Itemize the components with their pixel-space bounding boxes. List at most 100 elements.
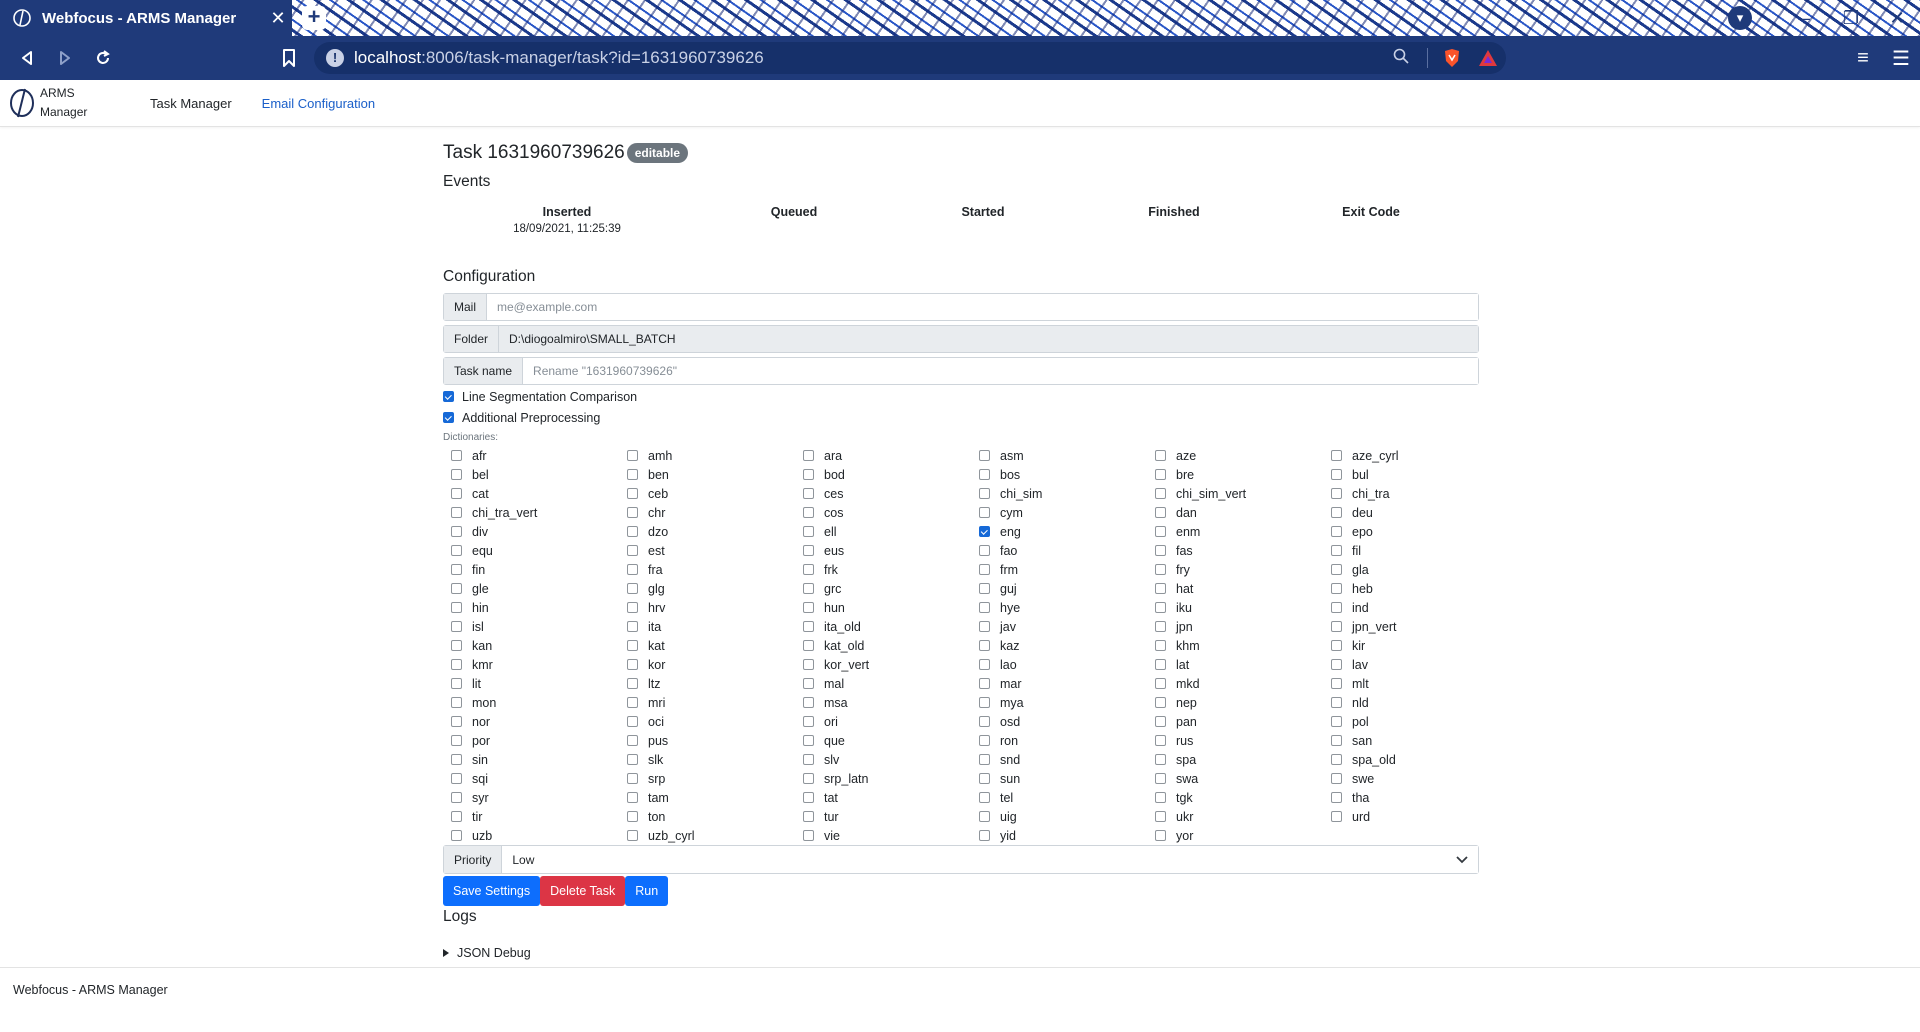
dictionary-checkbox[interactable] — [1331, 754, 1342, 765]
dictionary-checkbox[interactable] — [1331, 526, 1342, 537]
dictionary-option[interactable]: uzb — [443, 826, 619, 845]
dictionary-checkbox[interactable] — [979, 811, 990, 822]
playlist-icon[interactable]: ≡ — [1844, 47, 1882, 70]
dictionary-option[interactable]: equ — [443, 541, 619, 560]
dictionary-checkbox[interactable] — [1155, 773, 1166, 784]
dictionary-option[interactable]: kat — [619, 636, 795, 655]
dictionary-checkbox[interactable] — [803, 602, 814, 613]
dictionary-option[interactable]: kmr — [443, 655, 619, 674]
dictionary-option[interactable]: sun — [971, 769, 1147, 788]
dictionary-option[interactable]: ukr — [1147, 807, 1323, 826]
dictionary-checkbox[interactable] — [451, 754, 462, 765]
menu-icon[interactable]: ☰ — [1882, 46, 1920, 71]
run-button[interactable]: Run — [625, 876, 669, 906]
dictionary-checkbox[interactable] — [979, 773, 990, 784]
dictionary-checkbox[interactable] — [803, 735, 814, 746]
dictionary-option[interactable]: frm — [971, 560, 1147, 579]
dictionary-checkbox[interactable] — [1331, 564, 1342, 575]
dictionary-option[interactable]: pus — [619, 731, 795, 750]
dictionary-option[interactable]: fry — [1147, 560, 1323, 579]
dictionary-checkbox[interactable] — [803, 773, 814, 784]
dictionary-checkbox[interactable] — [627, 754, 638, 765]
dictionary-option[interactable]: mal — [795, 674, 971, 693]
dictionary-checkbox[interactable] — [979, 716, 990, 727]
dictionary-checkbox[interactable] — [1155, 754, 1166, 765]
dictionary-checkbox[interactable] — [451, 564, 462, 575]
dictionary-checkbox[interactable] — [803, 716, 814, 727]
dictionary-checkbox[interactable] — [803, 659, 814, 670]
dictionary-checkbox[interactable] — [1331, 678, 1342, 689]
close-window-icon[interactable]: ✕ — [1874, 8, 1920, 29]
dictionary-option[interactable]: mya — [971, 693, 1147, 712]
dictionary-checkbox[interactable] — [979, 488, 990, 499]
back-button[interactable] — [8, 39, 46, 77]
dictionary-checkbox[interactable] — [1155, 678, 1166, 689]
dictionary-option[interactable]: bos — [971, 465, 1147, 484]
minimize-icon[interactable]: – — [1782, 8, 1828, 29]
dictionary-option[interactable]: enm — [1147, 522, 1323, 541]
dictionary-option[interactable]: isl — [443, 617, 619, 636]
dictionary-checkbox[interactable] — [1155, 716, 1166, 727]
dictionary-option[interactable]: ron — [971, 731, 1147, 750]
dictionary-checkbox[interactable] — [627, 830, 638, 841]
site-info-icon[interactable]: ! — [326, 49, 344, 67]
dictionary-option[interactable]: ell — [795, 522, 971, 541]
dictionary-option[interactable]: msa — [795, 693, 971, 712]
dictionary-option[interactable]: hun — [795, 598, 971, 617]
dictionary-option[interactable]: uzb_cyrl — [619, 826, 795, 845]
dictionary-option[interactable]: ces — [795, 484, 971, 503]
additional-preprocessing-checkbox[interactable] — [443, 412, 454, 423]
dictionary-option[interactable]: ceb — [619, 484, 795, 503]
dictionary-checkbox[interactable] — [1155, 469, 1166, 480]
dictionary-checkbox[interactable] — [979, 564, 990, 575]
dictionary-option[interactable]: pol — [1323, 712, 1499, 731]
dictionary-checkbox[interactable] — [1331, 469, 1342, 480]
dictionary-checkbox[interactable] — [627, 545, 638, 556]
line-segmentation-option[interactable]: Line Segmentation Comparison — [443, 386, 1479, 407]
dictionary-option[interactable]: epo — [1323, 522, 1499, 541]
dictionary-checkbox[interactable] — [979, 545, 990, 556]
dictionary-option[interactable]: guj — [971, 579, 1147, 598]
dictionary-checkbox[interactable] — [451, 621, 462, 632]
dictionary-option[interactable]: sin — [443, 750, 619, 769]
brave-rewards-icon[interactable] — [1470, 49, 1506, 67]
dictionary-option[interactable]: chi_tra — [1323, 484, 1499, 503]
dictionary-option[interactable]: ltz — [619, 674, 795, 693]
dictionary-option[interactable]: cat — [443, 484, 619, 503]
dictionary-option[interactable]: spa_old — [1323, 750, 1499, 769]
dictionary-option[interactable]: kat_old — [795, 636, 971, 655]
dictionary-checkbox[interactable] — [627, 678, 638, 689]
dictionary-option[interactable]: gla — [1323, 560, 1499, 579]
dictionary-option[interactable]: fas — [1147, 541, 1323, 560]
reload-button[interactable] — [84, 39, 122, 77]
dictionary-checkbox[interactable] — [803, 564, 814, 575]
dictionary-checkbox[interactable] — [979, 507, 990, 518]
dictionary-option[interactable]: swa — [1147, 769, 1323, 788]
dictionary-checkbox[interactable] — [1155, 564, 1166, 575]
dictionary-checkbox[interactable] — [803, 488, 814, 499]
dictionary-option[interactable]: lat — [1147, 655, 1323, 674]
dictionary-option[interactable]: jpn_vert — [1323, 617, 1499, 636]
dictionary-option[interactable]: mri — [619, 693, 795, 712]
dictionary-checkbox[interactable] — [627, 469, 638, 480]
dictionary-checkbox[interactable] — [627, 621, 638, 632]
brave-shields-icon[interactable] — [1434, 48, 1470, 68]
dictionary-option[interactable]: heb — [1323, 579, 1499, 598]
dictionary-checkbox[interactable] — [451, 735, 462, 746]
dictionary-option[interactable]: yor — [1147, 826, 1323, 845]
dictionary-option[interactable]: vie — [795, 826, 971, 845]
dictionary-checkbox[interactable] — [627, 697, 638, 708]
dictionary-checkbox[interactable] — [1331, 697, 1342, 708]
dictionary-checkbox[interactable] — [1155, 830, 1166, 841]
dictionary-checkbox[interactable] — [627, 507, 638, 518]
dictionary-option[interactable]: kan — [443, 636, 619, 655]
dictionary-checkbox[interactable] — [1331, 583, 1342, 594]
dictionary-checkbox[interactable] — [803, 545, 814, 556]
dictionary-option[interactable]: asm — [971, 446, 1147, 465]
dictionary-checkbox[interactable] — [451, 545, 462, 556]
bookmark-button[interactable] — [276, 44, 302, 72]
dictionary-checkbox[interactable] — [451, 792, 462, 803]
dictionary-checkbox[interactable] — [627, 488, 638, 499]
dictionary-checkbox[interactable] — [1155, 735, 1166, 746]
dictionary-checkbox[interactable] — [451, 583, 462, 594]
